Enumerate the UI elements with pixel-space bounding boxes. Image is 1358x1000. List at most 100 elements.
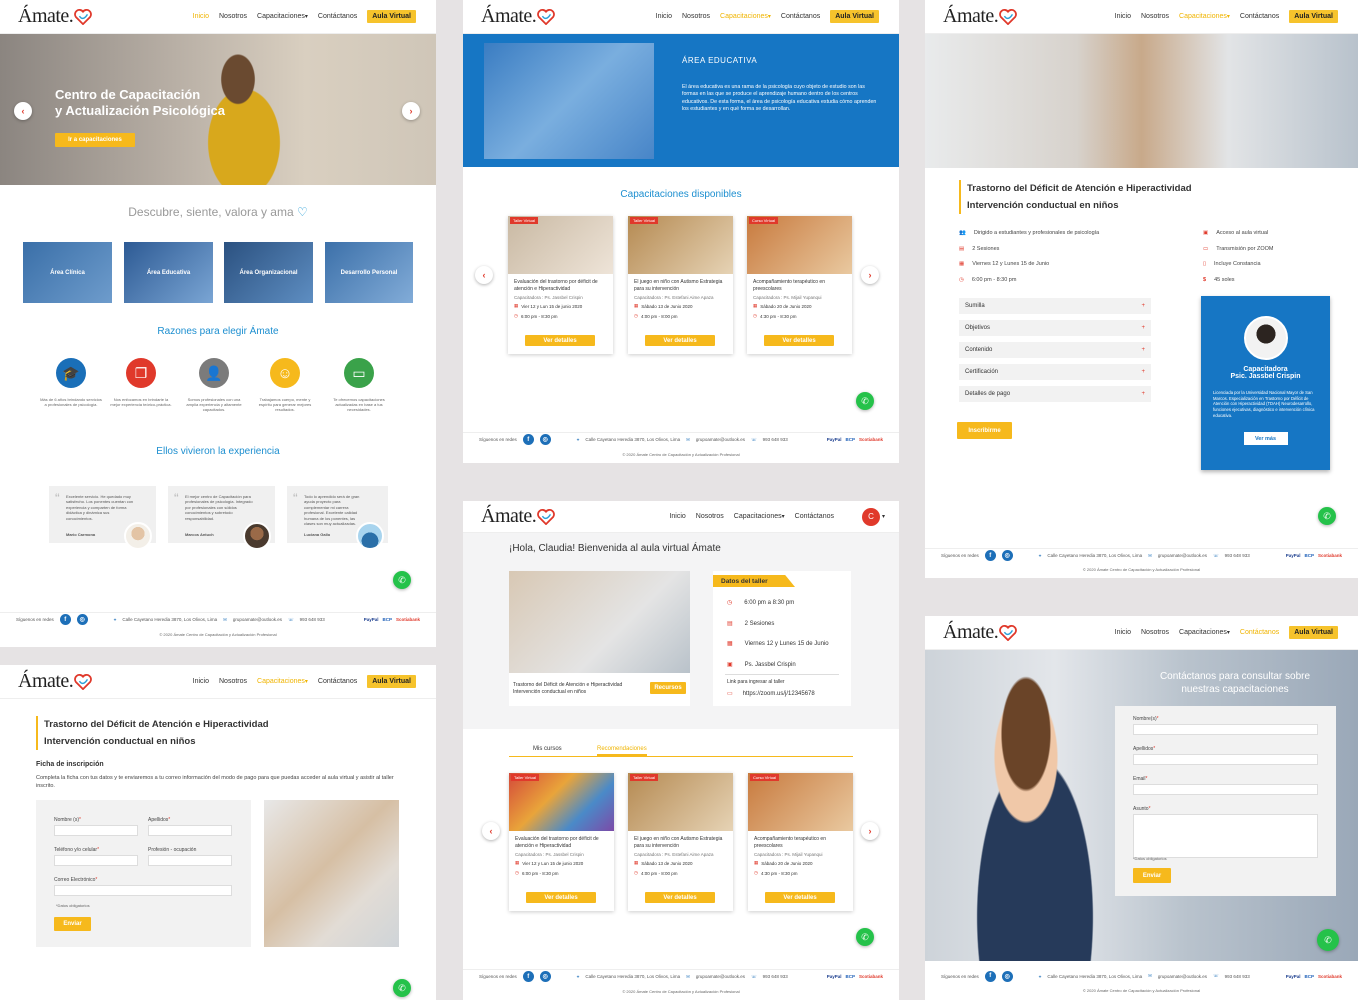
accordion-certificacion[interactable]: Certificación + — [959, 364, 1151, 380]
logo[interactable]: Ámate. — [481, 505, 556, 528]
recommendations-prev-arrow-icon[interactable]: ‹ — [482, 822, 500, 840]
nombre-input[interactable] — [1133, 724, 1318, 735]
footer-email[interactable]: grupoamate@outlook.es — [696, 437, 745, 442]
facebook-icon[interactable]: f — [522, 434, 534, 445]
recommendations-next-arrow-icon[interactable]: › — [861, 822, 879, 840]
recursos-button[interactable]: Recursos — [650, 682, 686, 694]
whatsapp-icon[interactable]: ✆ — [1317, 929, 1339, 951]
profesion-input[interactable] — [148, 855, 232, 866]
footer-email[interactable]: grupoamate@outlook.es — [233, 617, 282, 622]
course-card[interactable]: Taller Virtual El juego en niño con Auti… — [628, 773, 733, 911]
course-card[interactable]: Taller Virtual El juego en niño con Auti… — [628, 216, 733, 354]
ver-detalles-button[interactable]: Ver detalles — [765, 892, 835, 903]
aula-virtual-button[interactable]: Aula Virtual — [830, 10, 879, 23]
nav-contactanos[interactable]: Contáctanos — [318, 678, 357, 685]
nav-capacitaciones[interactable]: Capacitaciones▾ — [257, 678, 308, 685]
nav-contactanos[interactable]: Contáctanos — [1240, 13, 1279, 20]
nav-capacitaciones[interactable]: Capacitaciones▾ — [734, 513, 785, 520]
logo[interactable]: Ámate. — [18, 670, 93, 693]
nav-capacitaciones[interactable]: Capacitaciones▾ — [720, 13, 771, 20]
correo-input[interactable] — [54, 885, 232, 896]
facebook-icon[interactable]: f — [59, 614, 71, 625]
tab-recomendaciones[interactable]: Recomendaciones — [597, 746, 647, 756]
telefono-input[interactable] — [54, 855, 138, 866]
accordion-contenido[interactable]: Contenido + — [959, 342, 1151, 358]
whatsapp-icon[interactable]: ✆ — [1318, 507, 1336, 525]
hero-capacitaciones-button[interactable]: Ir a capacitaciones — [55, 133, 135, 147]
area-card-educativa[interactable]: Área Educativa — [124, 242, 213, 303]
ver-detalles-button[interactable]: Ver detalles — [645, 892, 715, 903]
whatsapp-icon[interactable]: ✆ — [856, 928, 874, 946]
nav-inicio[interactable]: Inicio — [193, 678, 209, 685]
nav-inicio[interactable]: Inicio — [1115, 13, 1131, 20]
nav-contactanos[interactable]: Contáctanos — [781, 13, 820, 20]
facebook-icon[interactable]: f — [984, 550, 996, 561]
nav-inicio[interactable]: Inicio — [193, 13, 209, 20]
ver-detalles-button[interactable]: Ver detalles — [525, 335, 595, 346]
hero-next-arrow-icon[interactable]: › — [402, 102, 420, 120]
zoom-link[interactable]: ▭ https://zoom.us/j/12345678 — [727, 690, 815, 697]
whatsapp-icon[interactable]: ✆ — [393, 571, 411, 589]
whatsapp-icon[interactable]: ✆ — [856, 392, 874, 410]
aula-virtual-button[interactable]: Aula Virtual — [1289, 626, 1338, 639]
apellidos-input[interactable] — [1133, 754, 1318, 765]
ver-detalles-button[interactable]: Ver detalles — [645, 335, 715, 346]
nav-nosotros[interactable]: Nosotros — [219, 13, 247, 20]
nav-contactanos[interactable]: Contáctanos — [318, 13, 357, 20]
course-card[interactable]: Taller Virtual Evaluación del trastorno … — [509, 773, 614, 911]
trainer-ver-mas-button[interactable]: Ver más — [1243, 432, 1288, 446]
courses-prev-arrow-icon[interactable]: ‹ — [475, 266, 493, 284]
nav-nosotros[interactable]: Nosotros — [1141, 629, 1169, 636]
facebook-icon[interactable]: f — [522, 971, 534, 982]
ver-detalles-button[interactable]: Ver detalles — [526, 892, 596, 903]
instagram-icon[interactable]: ◎ — [1001, 550, 1013, 561]
nav-contactanos[interactable]: Contáctanos — [795, 513, 834, 520]
nav-contactanos[interactable]: Contáctanos — [1240, 629, 1279, 636]
nav-nosotros[interactable]: Nosotros — [696, 513, 724, 520]
tab-mis-cursos[interactable]: Mis cursos — [533, 746, 562, 752]
nav-nosotros[interactable]: Nosotros — [682, 13, 710, 20]
aula-virtual-button[interactable]: Aula Virtual — [1289, 10, 1338, 23]
course-card[interactable]: Curso Virtual Acompañamiento terapéutico… — [747, 216, 852, 354]
facebook-icon[interactable]: f — [984, 970, 996, 982]
asunto-textarea[interactable] — [1133, 814, 1318, 858]
nav-nosotros[interactable]: Nosotros — [219, 678, 247, 685]
nav-inicio[interactable]: Inicio — [1115, 629, 1131, 636]
area-card-clinica[interactable]: Área Clínica — [23, 242, 112, 303]
hero-prev-arrow-icon[interactable]: ‹ — [14, 102, 32, 120]
enviar-button[interactable]: Enviar — [54, 917, 91, 931]
nav-capacitaciones[interactable]: Capacitaciones▾ — [257, 13, 308, 20]
ver-detalles-button[interactable]: Ver detalles — [764, 335, 834, 346]
courses-next-arrow-icon[interactable]: › — [861, 266, 879, 284]
aula-virtual-button[interactable]: Aula Virtual — [367, 10, 416, 23]
enviar-button[interactable]: Enviar — [1133, 868, 1171, 883]
instagram-icon[interactable]: ◎ — [539, 434, 551, 445]
logo[interactable]: Ámate. — [481, 5, 556, 28]
nav-inicio[interactable]: Inicio — [669, 513, 685, 520]
course-card[interactable]: Taller Virtual Evaluación del trastorno … — [508, 216, 613, 354]
area-card-personal[interactable]: Desarrollo Personal — [325, 242, 413, 303]
logo[interactable]: Ámate. — [943, 621, 1018, 644]
apellidos-input[interactable] — [148, 825, 232, 836]
nav-capacitaciones[interactable]: Capacitaciones▾ — [1179, 629, 1230, 636]
nombre-input[interactable] — [54, 825, 138, 836]
email-input[interactable] — [1133, 784, 1318, 795]
footer-email[interactable]: grupoamate@outlook.es — [1158, 974, 1207, 979]
accordion-objetivos[interactable]: Objetivos + — [959, 320, 1151, 336]
footer-email[interactable]: grupoamate@outlook.es — [1158, 553, 1207, 558]
accordion-sumilla[interactable]: Sumilla + — [959, 298, 1151, 314]
logo[interactable]: Ámate. — [18, 5, 93, 28]
instagram-icon[interactable]: ◎ — [76, 614, 88, 625]
accordion-detalles-pago[interactable]: Detalles de pago + — [959, 386, 1151, 402]
nav-inicio[interactable]: Inicio — [656, 13, 672, 20]
area-card-organizacional[interactable]: Área Organizacional — [224, 242, 313, 303]
footer-email[interactable]: grupoamate@outlook.es — [696, 974, 745, 979]
user-avatar[interactable]: C ▾ — [861, 507, 885, 526]
aula-virtual-button[interactable]: Aula Virtual — [367, 675, 416, 688]
instagram-icon[interactable]: ◎ — [539, 971, 551, 982]
nav-nosotros[interactable]: Nosotros — [1141, 13, 1169, 20]
nav-capacitaciones[interactable]: Capacitaciones▾ — [1179, 13, 1230, 20]
course-card[interactable]: Curso Virtual Acompañamiento terapéutico… — [748, 773, 853, 911]
logo[interactable]: Ámate. — [943, 5, 1018, 28]
instagram-icon[interactable]: ◎ — [1001, 970, 1013, 982]
